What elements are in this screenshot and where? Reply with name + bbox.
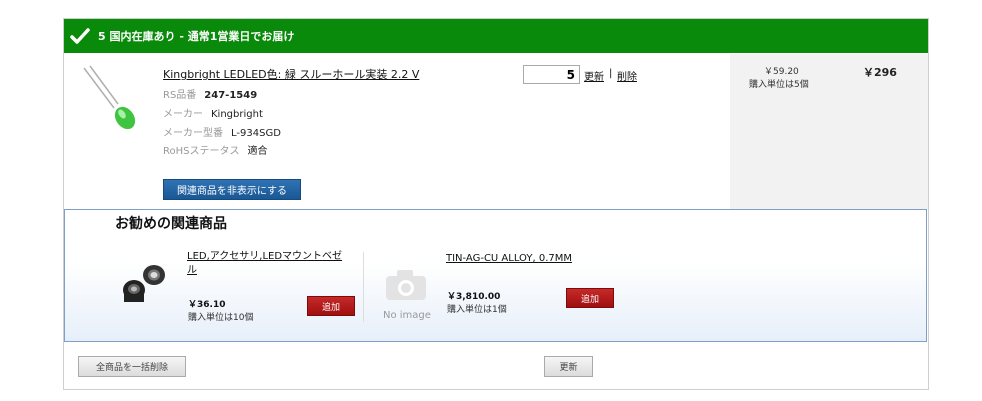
rs-number-row: RS品番 247-1549 bbox=[163, 86, 257, 101]
related-item-1-name-line1: LED,アクセサリ,LEDマウントベゼ bbox=[187, 251, 343, 262]
camera-placeholder-icon bbox=[386, 270, 426, 300]
product-led-image bbox=[83, 65, 136, 130]
related-item-2-link[interactable]: TIN-AG-CU ALLOY, 0.7MM bbox=[446, 252, 572, 266]
delete-all-button[interactable]: 全商品を一括削除 bbox=[78, 356, 186, 377]
rohs-row: RoHSステータス 適合 bbox=[163, 142, 267, 157]
checkmark-icon bbox=[70, 28, 90, 44]
rohs-label: RoHSステータス bbox=[163, 146, 240, 157]
related-item-2-price: ￥3,810.00 bbox=[447, 292, 501, 302]
stock-status-bar: 5 国内在庫あり - 通常1営業日でお届け bbox=[64, 19, 928, 53]
related-item-1-price: ￥36.10 bbox=[188, 300, 226, 310]
maker-part-label: メーカー型番 bbox=[163, 128, 223, 139]
maker-part-value: L-934SGD bbox=[231, 128, 281, 139]
maker-label: メーカー bbox=[163, 109, 203, 120]
quantity-input[interactable] bbox=[523, 65, 580, 84]
link-separator: | bbox=[609, 68, 613, 79]
rohs-value: 適合 bbox=[247, 146, 268, 157]
update-link[interactable]: 更新 bbox=[584, 68, 604, 83]
related-item-1-note: 購入単位は10個 bbox=[188, 313, 254, 323]
related-item-2-add-button[interactable]: 追加 bbox=[566, 288, 614, 308]
line-total: ￥296 bbox=[863, 66, 897, 79]
update-all-button[interactable]: 更新 bbox=[544, 356, 593, 377]
maker-value: Kingbright bbox=[211, 109, 263, 120]
maker-part-row: メーカー型番 L-934SGD bbox=[163, 124, 281, 139]
unit-note: 購入単位は5個 bbox=[749, 80, 809, 90]
related-item-1-link[interactable]: LED,アクセサリ,LEDマウントベゼ ル bbox=[187, 250, 342, 278]
cart-item-card: 5 国内在庫あり - 通常1営業日でお届け Kingbright LEDLED色… bbox=[63, 18, 929, 390]
bezel-product-image bbox=[123, 265, 165, 302]
rs-number-label: RS品番 bbox=[163, 90, 197, 101]
product-name-link[interactable]: Kingbright LEDLED色: 緑 スルーホール実装 2.2 V bbox=[163, 66, 419, 82]
related-divider bbox=[363, 252, 364, 322]
stock-status-text: 5 国内在庫あり - 通常1営業日でお届け bbox=[98, 30, 295, 43]
hide-related-button[interactable]: 関連商品を非表示にする bbox=[163, 179, 301, 200]
related-item-2-note: 購入単位は1個 bbox=[447, 305, 507, 315]
maker-row: メーカー Kingbright bbox=[163, 105, 263, 120]
rs-number-value: 247-1549 bbox=[204, 90, 258, 101]
related-item-1-add-button[interactable]: 追加 bbox=[307, 296, 355, 316]
related-products-panel: お勧めの関連商品 LED,アクセサリ,LEDマウントベゼ ル ￥36.10 購入… bbox=[64, 209, 927, 342]
unit-price: ￥59.20 bbox=[764, 67, 799, 77]
related-title: お勧めの関連商品 bbox=[115, 216, 227, 232]
related-item-1-name-line2: ル bbox=[187, 265, 197, 276]
no-image-label: No image bbox=[383, 310, 431, 321]
delete-link[interactable]: 削除 bbox=[617, 68, 637, 83]
